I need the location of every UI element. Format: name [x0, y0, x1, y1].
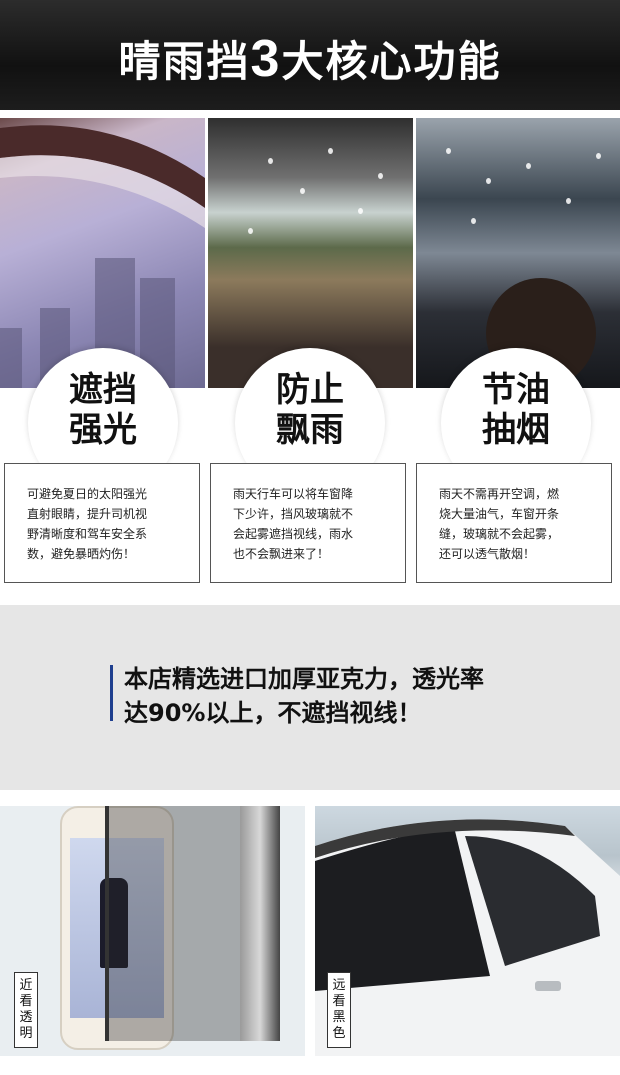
banner-text: 本店精选进口加厚亚克力，透光率 达90%以上，不遮挡视线！	[124, 662, 484, 730]
desc-line: 数，避免暴晒灼伤！	[27, 547, 136, 561]
desc-line: 缝，玻璃就不会起雾，	[439, 527, 560, 541]
photo-far-black: 远 看 黑 色	[315, 806, 620, 1056]
feature-description-2: 雨天行车可以将车窗降 下少许，挡风玻璃就不 会起雾遮挡视线，雨水 也不会飘进来了…	[210, 463, 406, 583]
accent-bar	[110, 665, 113, 721]
page-title: 晴雨挡3大核心功能	[0, 28, 620, 89]
desc-line: 野清晰度和驾车安全系	[27, 527, 148, 541]
visor-sample	[105, 806, 249, 1041]
banner-line1: 本店精选进口加厚亚克力，透光率	[124, 665, 484, 693]
badge-line2: 强光	[69, 410, 137, 450]
material-banner: 本店精选进口加厚亚克力，透光率 达90%以上，不遮挡视线！	[0, 605, 620, 790]
visor-edge	[240, 806, 280, 1041]
desc-line: 直射眼睛，提升司机视	[27, 507, 148, 521]
photo-close-transparent: 近 看 透 明	[0, 806, 305, 1056]
feature-description-1: 可避免夏日的太阳强光 直射眼睛，提升司机视 野清晰度和驾车安全系 数，避免暴晒灼…	[4, 463, 200, 583]
desc-line: 会起雾遮挡视线，雨水	[233, 527, 354, 541]
badge-line1: 防止	[276, 370, 344, 410]
title-number: 3	[250, 30, 282, 88]
desc-line: 还可以透气散烟！	[439, 547, 536, 561]
desc-line: 下少许，挡风玻璃就不	[233, 507, 354, 521]
badge-line1: 节油	[482, 370, 550, 410]
header-banner: 晴雨挡3大核心功能	[0, 0, 620, 110]
desc-line: 雨天不需再开空调，燃	[439, 487, 560, 501]
label-far-black: 远 看 黑 色	[327, 972, 351, 1048]
banner-line2: 达90%以上，不遮挡视线！	[124, 699, 422, 727]
desc-line: 雨天行车可以将车窗降	[233, 487, 354, 501]
desc-line: 烧大量油气，车窗开条	[439, 507, 560, 521]
title-suffix: 大核心功能	[281, 37, 502, 86]
title-prefix: 晴雨挡	[118, 37, 251, 86]
badge-line1: 遮挡	[69, 370, 137, 410]
badge-line2: 抽烟	[482, 410, 550, 450]
feature-description-3: 雨天不需再开空调，燃 烧大量油气，车窗开条 缝，玻璃就不会起雾， 还可以透气散烟…	[416, 463, 612, 583]
car-side-graphic	[315, 819, 620, 1056]
label-close-transparent: 近 看 透 明	[14, 972, 38, 1048]
desc-line: 也不会飘进来了！	[233, 547, 330, 561]
desc-line: 可避免夏日的太阳强光	[27, 487, 148, 501]
badge-line2: 飘雨	[276, 410, 344, 450]
